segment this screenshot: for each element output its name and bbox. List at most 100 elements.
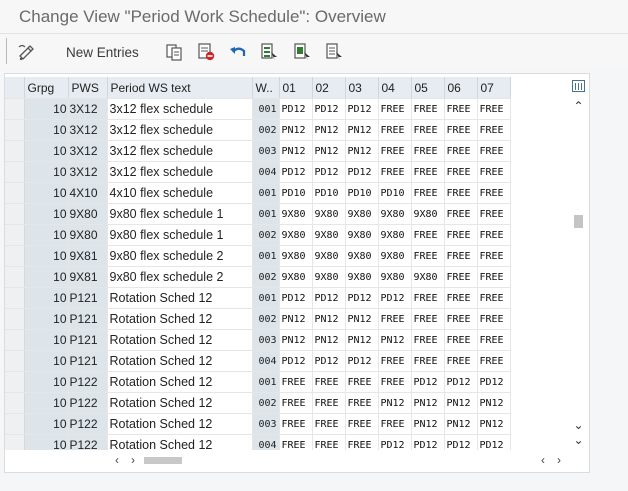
day-04-cell[interactable]: PD12 [378, 434, 412, 450]
day-02-cell[interactable]: PD12 [312, 287, 346, 309]
day-02-cell[interactable]: FREE [312, 434, 346, 450]
day-07-cell[interactable]: FREE [477, 224, 511, 246]
day-05-cell[interactable]: PN12 [411, 392, 445, 414]
day-01-cell[interactable]: PN12 [279, 119, 313, 141]
day-04-cell[interactable]: FREE [378, 119, 412, 141]
row-selector[interactable] [5, 182, 25, 204]
day-03-cell[interactable]: PD12 [345, 350, 379, 372]
column-header[interactable]: 04 [378, 77, 412, 99]
day-04-cell[interactable]: FREE [378, 140, 412, 162]
day-05-cell[interactable]: FREE [411, 287, 445, 309]
copy-icon[interactable] [164, 42, 184, 62]
day-05-cell[interactable]: PD12 [411, 371, 445, 393]
day-03-cell[interactable]: 9X80 [345, 245, 379, 267]
day-06-cell[interactable]: FREE [444, 350, 478, 372]
column-header[interactable]: 07 [477, 77, 511, 99]
period-ws-text-cell[interactable]: 9x80 flex schedule 2 [107, 266, 253, 288]
column-header[interactable]: 03 [345, 77, 379, 99]
day-02-cell[interactable]: PN12 [312, 329, 346, 351]
period-ws-text-cell[interactable]: 3x12 flex schedule [107, 140, 253, 162]
day-06-cell[interactable]: PD12 [444, 371, 478, 393]
day-03-cell[interactable]: FREE [345, 434, 379, 450]
column-header[interactable]: PWS [68, 77, 108, 99]
day-02-cell[interactable]: 9X80 [312, 266, 346, 288]
day-05-cell[interactable]: FREE [411, 182, 445, 204]
period-ws-text-cell[interactable]: Rotation Sched 12 [107, 392, 253, 414]
period-ws-text-cell[interactable]: Rotation Sched 12 [107, 308, 253, 330]
row-selector[interactable] [5, 287, 25, 309]
day-02-cell[interactable]: 9X80 [312, 203, 346, 225]
day-07-cell[interactable]: FREE [477, 329, 511, 351]
table-settings-icon[interactable] [572, 80, 585, 92]
day-04-cell[interactable]: FREE [378, 161, 412, 183]
period-ws-text-cell[interactable]: 3x12 flex schedule [107, 98, 253, 120]
day-04-cell[interactable]: FREE [378, 371, 412, 393]
day-05-cell[interactable]: 9X80 [411, 203, 445, 225]
day-01-cell[interactable]: PN12 [279, 308, 313, 330]
day-07-cell[interactable]: FREE [477, 350, 511, 372]
day-04-cell[interactable]: 9X80 [378, 266, 412, 288]
day-07-cell[interactable]: FREE [477, 308, 511, 330]
day-03-cell[interactable]: PD12 [345, 287, 379, 309]
day-01-cell[interactable]: PN12 [279, 329, 313, 351]
undo-icon[interactable] [228, 42, 248, 62]
row-selector[interactable] [5, 392, 25, 414]
day-02-cell[interactable]: PD12 [312, 98, 346, 120]
day-03-cell[interactable]: FREE [345, 371, 379, 393]
day-04-cell[interactable]: 9X80 [378, 203, 412, 225]
day-07-cell[interactable]: FREE [477, 161, 511, 183]
day-06-cell[interactable]: FREE [444, 245, 478, 267]
day-03-cell[interactable]: PD10 [345, 182, 379, 204]
display-change-icon[interactable] [16, 42, 38, 62]
row-selector[interactable] [5, 308, 25, 330]
day-06-cell[interactable]: FREE [444, 161, 478, 183]
period-ws-text-cell[interactable]: 3x12 flex schedule [107, 161, 253, 183]
day-01-cell[interactable]: FREE [279, 434, 313, 450]
day-04-cell[interactable]: 9X80 [378, 224, 412, 246]
period-ws-text-cell[interactable]: Rotation Sched 12 [107, 434, 253, 450]
column-header[interactable]: 06 [444, 77, 478, 99]
period-ws-text-cell[interactable]: Rotation Sched 12 [107, 287, 253, 309]
period-ws-text-cell[interactable]: Rotation Sched 12 [107, 413, 253, 435]
day-02-cell[interactable]: PN12 [312, 308, 346, 330]
column-header[interactable]: 02 [312, 77, 346, 99]
day-02-cell[interactable]: 9X80 [312, 245, 346, 267]
period-ws-text-cell[interactable]: 3x12 flex schedule [107, 119, 253, 141]
row-selector[interactable] [5, 98, 25, 120]
day-06-cell[interactable]: FREE [444, 308, 478, 330]
row-selector[interactable] [5, 266, 25, 288]
day-05-cell[interactable]: FREE [411, 119, 445, 141]
day-06-cell[interactable]: FREE [444, 119, 478, 141]
day-01-cell[interactable]: FREE [279, 392, 313, 414]
day-04-cell[interactable]: PN12 [378, 392, 412, 414]
day-05-cell[interactable]: PD12 [411, 434, 445, 450]
scroll-left-button[interactable]: ‹ [536, 452, 550, 468]
row-selector[interactable] [5, 119, 25, 141]
day-06-cell[interactable]: FREE [444, 140, 478, 162]
day-01-cell[interactable]: 9X80 [279, 245, 313, 267]
day-02-cell[interactable]: PN12 [312, 119, 346, 141]
period-ws-text-cell[interactable]: Rotation Sched 12 [107, 329, 253, 351]
select-all-header[interactable] [5, 77, 25, 99]
scroll-left-button[interactable]: ‹ [110, 452, 124, 468]
scroll-right-button[interactable]: › [552, 452, 566, 468]
day-04-cell[interactable]: PD12 [378, 287, 412, 309]
day-06-cell[interactable]: PD12 [444, 434, 478, 450]
day-06-cell[interactable]: FREE [444, 224, 478, 246]
day-03-cell[interactable]: PN12 [345, 308, 379, 330]
day-04-cell[interactable]: FREE [378, 98, 412, 120]
day-02-cell[interactable]: PD10 [312, 182, 346, 204]
select-all-icon[interactable] [259, 42, 279, 62]
day-07-cell[interactable]: PD12 [477, 371, 511, 393]
scroll-down-button[interactable]: ⌄ [571, 433, 586, 447]
day-06-cell[interactable]: FREE [444, 266, 478, 288]
period-ws-text-cell[interactable]: Rotation Sched 12 [107, 350, 253, 372]
row-selector[interactable] [5, 371, 25, 393]
vertical-scroll-thumb[interactable] [574, 215, 583, 228]
row-selector[interactable] [5, 203, 25, 225]
row-selector[interactable] [5, 434, 25, 450]
day-01-cell[interactable]: PD12 [279, 98, 313, 120]
day-04-cell[interactable]: FREE [378, 413, 412, 435]
day-03-cell[interactable]: FREE [345, 392, 379, 414]
day-01-cell[interactable]: FREE [279, 371, 313, 393]
